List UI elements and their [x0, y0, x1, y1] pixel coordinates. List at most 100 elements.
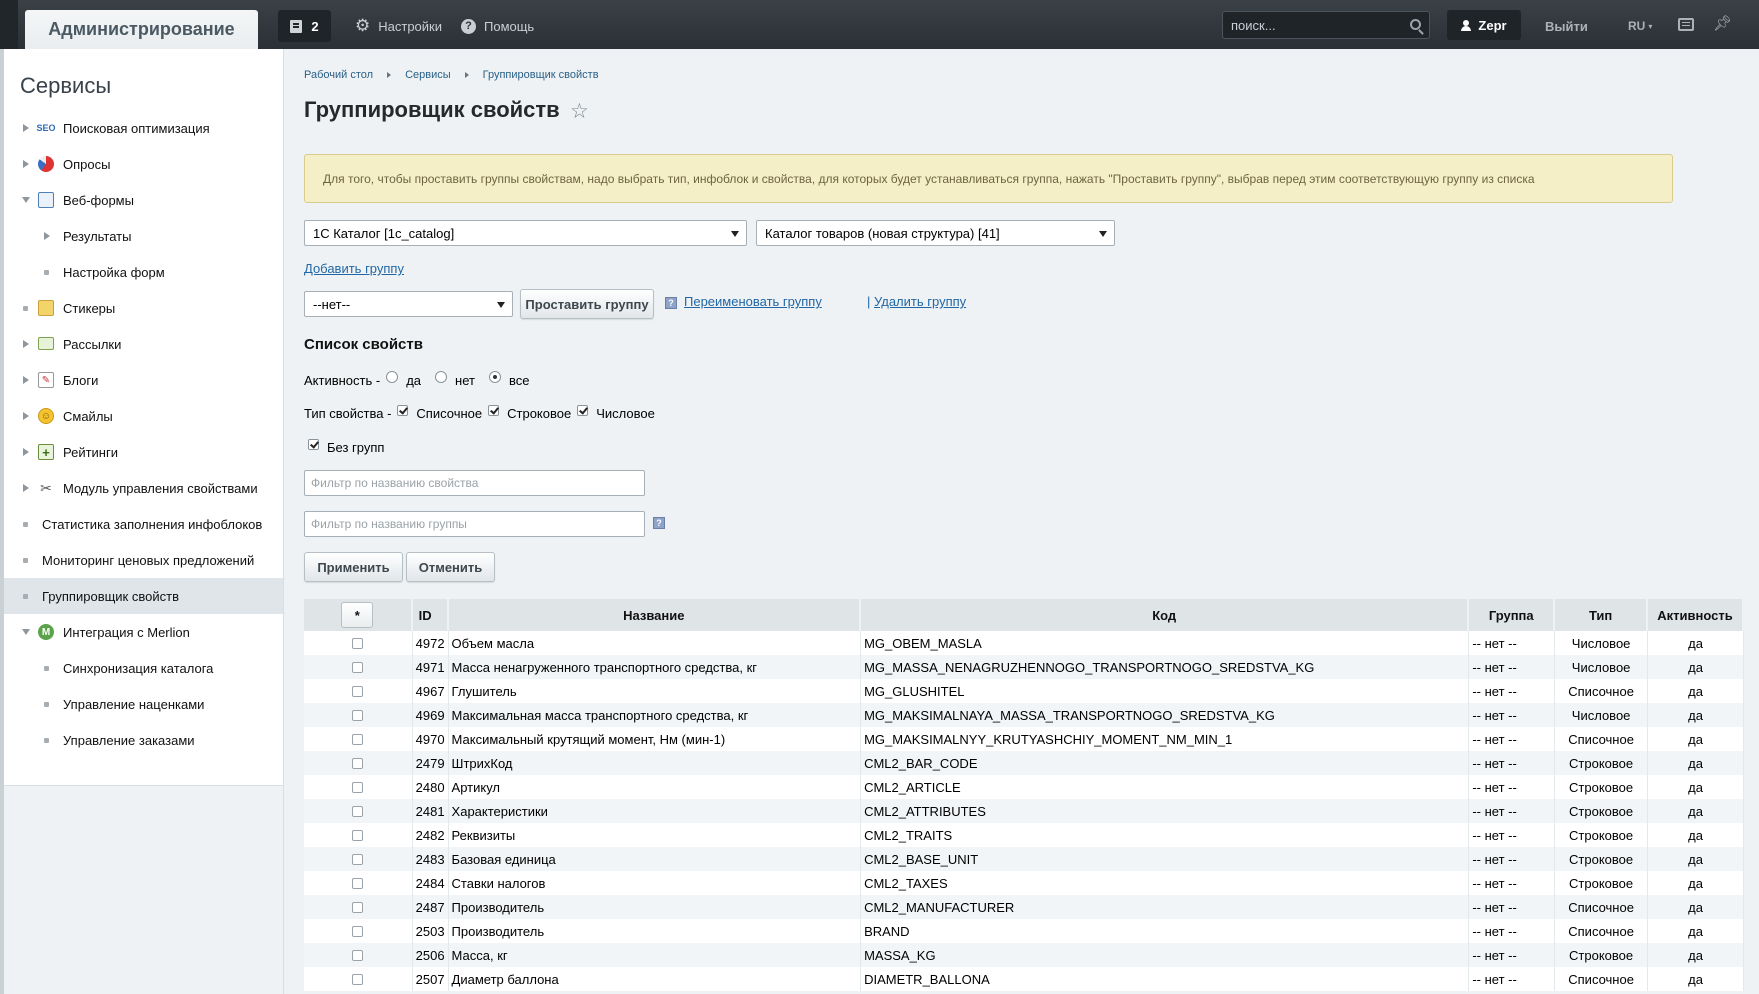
- sidebar-item-results[interactable]: Результаты: [4, 218, 283, 254]
- sidebar-item-property-grouper[interactable]: Группировщик свойств: [4, 578, 283, 614]
- column-header-name[interactable]: Название: [448, 599, 862, 631]
- add-group-link[interactable]: Добавить группу: [304, 261, 404, 276]
- admin-tab[interactable]: Администрирование: [25, 10, 258, 49]
- sidebar-item-stickers[interactable]: Стикеры: [4, 290, 283, 326]
- row-checkbox[interactable]: [352, 830, 364, 841]
- language-selector[interactable]: RU ▾: [1628, 10, 1652, 42]
- type-list-checkbox[interactable]: [397, 405, 409, 416]
- activity-all-radio[interactable]: [488, 371, 501, 383]
- expand-arrow-icon[interactable]: [44, 232, 50, 240]
- sidebar-item-votes[interactable]: Опросы: [4, 146, 283, 182]
- sidebar-item-webforms[interactable]: Веб-формы: [4, 182, 283, 218]
- table-row[interactable]: 2481 Характеристики CML2_ATTRIBUTES -- нет …: [304, 799, 1744, 823]
- table-row[interactable]: 2487 Производитель CML2_MANUFACTURER -- нет…: [304, 895, 1744, 919]
- help-button[interactable]: ? Помощь: [461, 10, 534, 42]
- column-header-active[interactable]: Активность: [1648, 599, 1744, 631]
- expand-arrow-icon[interactable]: [23, 484, 29, 492]
- table-row[interactable]: 4967 Глушитель MG_GLUSHITEL -- нет -- Списоч…: [304, 679, 1744, 703]
- sidebar-item-blogs[interactable]: ✎ Блоги: [4, 362, 283, 398]
- sidebar-item-iblock-stats[interactable]: Статистика заполнения инфоблоков: [4, 506, 283, 542]
- search-icon[interactable]: [1410, 19, 1421, 30]
- row-checkbox[interactable]: [352, 758, 364, 769]
- sidebar-item-properties-module[interactable]: ✂ Модуль управления свойствами: [4, 470, 283, 506]
- table-row[interactable]: 2484 Ставки налогов CML2_TAXES -- нет -- Стр…: [304, 871, 1744, 895]
- expand-arrow-icon[interactable]: [23, 124, 29, 132]
- row-checkbox[interactable]: [352, 902, 364, 913]
- sidebar-item-merlion[interactable]: M Интеграция с Merlion: [4, 614, 283, 650]
- select-all-button[interactable]: *: [341, 602, 374, 628]
- expand-arrow-icon[interactable]: [23, 412, 29, 420]
- cancel-button[interactable]: Отменить: [406, 552, 495, 582]
- row-checkbox[interactable]: [352, 878, 364, 889]
- row-checkbox[interactable]: [352, 950, 364, 961]
- notifications-button[interactable]: 2: [278, 10, 331, 42]
- row-checkbox[interactable]: [352, 686, 364, 697]
- row-checkbox[interactable]: [352, 638, 364, 649]
- delete-group-link[interactable]: Удалить группу: [874, 294, 966, 309]
- row-checkbox[interactable]: [352, 974, 364, 985]
- row-checkbox[interactable]: [352, 734, 364, 745]
- table-row[interactable]: 2479 ШтрихКод CML2_BAR_CODE -- нет -- Строко…: [304, 751, 1744, 775]
- keyboard-icon[interactable]: [1678, 18, 1694, 31]
- table-row[interactable]: 4971 Масса ненагруженного транспортного с…: [304, 655, 1744, 679]
- pin-icon[interactable]: 📌︎: [1713, 14, 1732, 32]
- sidebar-item-mailing[interactable]: Рассылки: [4, 326, 283, 362]
- sidebar-item-price-monitoring[interactable]: Мониторинг ценовых предложений: [4, 542, 283, 578]
- iblock-select[interactable]: Каталог товаров (новая структура) [41]: [756, 220, 1115, 246]
- collapse-arrow-icon[interactable]: [22, 197, 30, 203]
- table-row[interactable]: 2480 Артикул CML2_ARTICLE -- нет -- Строково…: [304, 775, 1744, 799]
- help-icon[interactable]: ?: [665, 297, 677, 309]
- table-row[interactable]: 2483 Базовая единица CML2_BASE_UNIT -- нет …: [304, 847, 1744, 871]
- user-button[interactable]: Zepr: [1447, 10, 1521, 40]
- sidebar-item-form-settings[interactable]: Настройка форм: [4, 254, 283, 290]
- property-name-filter-input[interactable]: Фильтр по названию свойства: [304, 470, 645, 496]
- sidebar-item-catalog-sync[interactable]: Синхронизация каталога: [4, 650, 283, 686]
- table-row[interactable]: 2503 Производитель BRAND -- нет -- Списочное…: [304, 919, 1744, 943]
- iblock-type-select[interactable]: 1С Каталог [1c_catalog]: [304, 220, 747, 246]
- column-header-group[interactable]: Группа: [1469, 599, 1556, 631]
- no-groups-checkbox[interactable]: [308, 439, 319, 450]
- rename-group-link[interactable]: Переименовать группу: [684, 294, 822, 309]
- table-row[interactable]: 2507 Диаметр баллона DIAMETR_BALLONA -- нет…: [304, 967, 1744, 991]
- search-input[interactable]: поиск...: [1222, 11, 1430, 39]
- type-string-checkbox[interactable]: [488, 405, 500, 416]
- expand-arrow-icon[interactable]: [23, 160, 29, 168]
- row-checkbox[interactable]: [352, 782, 364, 793]
- row-checkbox[interactable]: [352, 710, 364, 721]
- sidebar-item-orders[interactable]: Управление заказами: [4, 722, 283, 758]
- group-select[interactable]: --нет--: [304, 291, 513, 317]
- settings-button[interactable]: ⚙ Настройки: [355, 10, 442, 42]
- sidebar-item-smiles[interactable]: ☺ Смайлы: [4, 398, 283, 434]
- collapse-arrow-icon[interactable]: [22, 629, 30, 635]
- logout-button[interactable]: Выйти: [1545, 10, 1588, 42]
- set-group-button[interactable]: Проставить группу: [520, 289, 654, 319]
- column-header-id[interactable]: ID: [412, 599, 449, 631]
- row-checkbox[interactable]: [352, 926, 364, 937]
- sidebar-item-markups[interactable]: Управление наценками: [4, 686, 283, 722]
- breadcrumb-item[interactable]: Рабочий стол: [304, 69, 373, 81]
- activity-no-radio[interactable]: [435, 371, 448, 383]
- breadcrumb-item[interactable]: Сервисы: [405, 69, 451, 81]
- type-number-checkbox[interactable]: [577, 405, 589, 416]
- column-header-type[interactable]: Тип: [1555, 599, 1649, 631]
- table-row[interactable]: 4969 Максимальная масса транспортного сре…: [304, 703, 1744, 727]
- activity-yes-radio[interactable]: [386, 371, 399, 383]
- column-header-code[interactable]: Код: [861, 599, 1470, 631]
- table-row[interactable]: 4972 Объем масла MG_OBEM_MASLA -- нет -- Чис…: [304, 631, 1744, 655]
- row-checkbox[interactable]: [352, 662, 364, 673]
- expand-arrow-icon[interactable]: [23, 376, 29, 384]
- apply-button[interactable]: Применить: [304, 552, 403, 582]
- sidebar-item-ratings[interactable]: + Рейтинги: [4, 434, 283, 470]
- table-row[interactable]: 2506 Масса, кг MASSA_KG -- нет -- Строковое д…: [304, 943, 1744, 967]
- table-row[interactable]: 2482 Реквизиты CML2_TRAITS -- нет -- Строков…: [304, 823, 1744, 847]
- group-name-filter-input[interactable]: Фильтр по названию группы: [304, 511, 645, 537]
- help-icon[interactable]: ?: [653, 517, 665, 529]
- expand-arrow-icon[interactable]: [23, 340, 29, 348]
- sidebar-item-seo[interactable]: SEO Поисковая оптимизация: [4, 110, 283, 146]
- star-icon[interactable]: ☆: [570, 99, 589, 124]
- expand-arrow-icon[interactable]: [23, 448, 29, 456]
- table-row[interactable]: 4970 Максимальный крутящий момент, Нм (ми…: [304, 727, 1744, 751]
- row-checkbox[interactable]: [352, 854, 364, 865]
- breadcrumb-item[interactable]: Группировщик свойств: [483, 69, 599, 81]
- row-checkbox[interactable]: [352, 806, 364, 817]
